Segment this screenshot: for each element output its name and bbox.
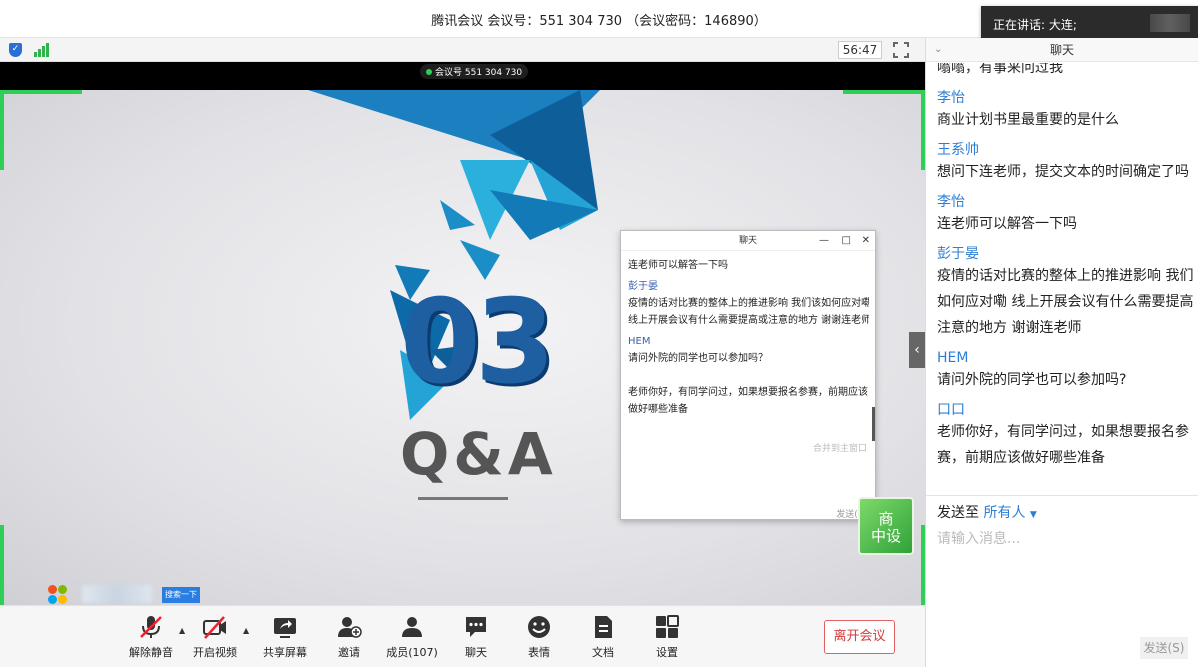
chat-button[interactable]: 聊天 [449,612,503,664]
members-button[interactable]: 成员(107) [385,612,439,664]
docs-button[interactable]: 文档 [576,612,630,664]
app-logo-icon [48,585,68,605]
slide-heading: Q&A [400,420,557,488]
chat-input-area[interactable]: 发送至 所有人 ▼ 请输入消息... 发送(S) [926,495,1198,667]
speaking-indicator: 正在讲话: 大连; [981,6,1198,40]
share-screen-button[interactable]: 共享屏幕 [258,612,312,664]
chat-input[interactable]: 请输入消息... [937,528,1198,548]
leave-meeting-button[interactable]: 离开会议 [824,620,895,654]
emoji-button[interactable]: 表情 [512,612,566,664]
chat-panel-header: ⌄ 聊天 [926,38,1198,62]
popup-message-text: 做好哪些准备 [628,404,688,415]
popup-scrollbar [872,407,875,441]
blurred-avatar [1150,14,1190,32]
video-off-icon [203,616,226,639]
chat-sender-name: 口口 [937,402,965,418]
members-icon [402,617,422,637]
settings-button[interactable]: 设置 [640,612,694,664]
popup-chat-window: 聊天 — □ ✕ 连老师可以解答一下吗 彭于晏疫情的话对比赛的整体上的推进影响 我… [620,230,876,520]
chat-sender-name: 李怡 [937,194,965,210]
caret-down-icon: ▼ [1029,510,1037,520]
video-status-bar: ✓ 56:47 [0,38,925,62]
meeting-id-tag: 会议号 551 304 730 [420,64,529,79]
chat-message-text: 请问外院的同学也可以参加吗? [937,372,1127,388]
frame-corner [0,90,4,170]
maximize-icon: □ [841,235,851,246]
fullscreen-icon[interactable] [893,42,909,58]
popup-chat-messages: 连老师可以解答一下吗 彭于晏疫情的话对比赛的整体上的推进影响 我们该如何应对嘞 线上… [621,251,875,418]
add-user-icon [338,617,362,638]
unmute-button[interactable]: 解除静音 [124,612,178,664]
share-icon [274,618,296,638]
mic-off-icon [140,616,162,638]
invite-button[interactable]: 邀请 [322,612,376,664]
chat-sender-name: 彭于晏 [937,246,979,262]
popup-message-text: 老师你好，有同学问过，如果想要报名参赛，前期应该 [628,387,868,398]
chat-sender-name: HEM [937,350,969,366]
meeting-toolbar: 解除静音 ▲ 开启视频 ▲ 共享屏幕 邀请 成员(107) 聊天 表情 文档 设… [0,605,925,667]
popup-chat-header: 聊天 — □ ✕ [621,231,875,251]
chat-sender-name: 王系帅 [937,142,979,158]
chat-message-text: 老师你好，有同学问过，如果想要报名参 [937,424,1189,440]
chat-message-text: 商业计划书里最重要的是什么 [937,112,1119,128]
popup-message-text: 请问外院的同学也可以参加吗？ [628,353,768,364]
chat-message-text: 赛，前期应该做好哪些准备 [937,450,1105,466]
popup-sender-name: 彭于晏 [628,281,658,292]
popup-gap [628,367,869,384]
chevron-down-icon[interactable]: ⌄ [934,38,942,62]
frame-corner [843,90,925,94]
chat-icon [466,617,486,637]
corner-logo: 商中设 [858,497,914,555]
send-to-target: 所有人 [983,505,1026,521]
shield-icon[interactable]: ✓ [9,43,22,57]
send-to-label: 发送至 [937,505,979,521]
chat-message-text: 连老师可以解答一下吗 [937,216,1077,232]
popup-sender-name: HEM [628,336,651,347]
heading-underline [418,497,508,500]
doc-icon [595,616,612,638]
chat-panel-title: 聊天 [1049,43,1074,57]
caret-up-icon[interactable]: ▲ [243,626,253,636]
chat-panel: ⌄ 聊天 嗡嗡，有事来问过我 李怡 商业计划书里最重要的是什么 王系帅 想问下连老师，… [925,38,1198,667]
chat-message-text: 如何应对嘞 线上开展会议有什么需要提高 [937,294,1194,310]
signal-icon[interactable] [34,43,50,57]
chat-message-text: 疫情的话对比赛的整体上的推进影响 我们 [937,268,1194,284]
speaking-label: 正在讲话: 大连; [993,18,1077,32]
chat-message-list[interactable]: 嗡嗡，有事来问过我 李怡 商业计划书里最重要的是什么 王系帅 想问下连老师，提交文本的… [926,63,1198,495]
meeting-timer: 56:47 [838,41,882,59]
popup-message-text: 连老师可以解答一下吗 [628,260,728,271]
chat-message-text: 注意的地方 谢谢连老师 [937,320,1082,336]
close-icon: ✕ [861,235,870,246]
emoji-icon [528,616,550,638]
merge-to-main-link: 合并到主窗口 [812,444,867,454]
presentation-slide: 03 Q&A 聊天 — □ ✕ 连老师可以解答一下吗 彭于晏疫情的话对比赛的整体上… [0,90,925,605]
chat-message-text: 嗡嗡，有事来问过我 [937,63,1063,76]
popup-message-text: 疫情的话对比赛的整体上的推进影响 我们该如何应对嘞 [628,298,869,309]
chat-sender-name: 李怡 [937,90,965,106]
shared-screen-view: 会议号 551 304 730 03 Q&A 聊天 — □ ✕ 连老师可以解答一… [0,62,925,605]
slide-number: 03 [400,275,555,410]
search-button: 搜索一下 [162,587,200,603]
blurred-taskbar-content [82,585,152,603]
send-button[interactable]: 发送(S) [1140,637,1188,659]
minimize-icon: — [819,235,829,246]
tencent-meeting-window: 腾讯会议 会议号：551 304 730 （会议密码：146890） 正在讲话:… [0,0,1198,667]
frame-corner [0,90,82,94]
popup-message-text: 线上开展会议有什么需要提高或注意的地方 谢谢连老师 [628,315,869,326]
start-video-button[interactable]: 开启视频 [188,612,242,664]
frame-corner [0,525,4,605]
chat-message-text: 想问下连老师，提交文本的时间确定了吗 [937,164,1189,180]
chevron-left-icon[interactable]: ‹ [909,332,925,368]
grid-icon [656,615,679,638]
send-to-selector[interactable]: 发送至 所有人 ▼ [937,502,1198,522]
